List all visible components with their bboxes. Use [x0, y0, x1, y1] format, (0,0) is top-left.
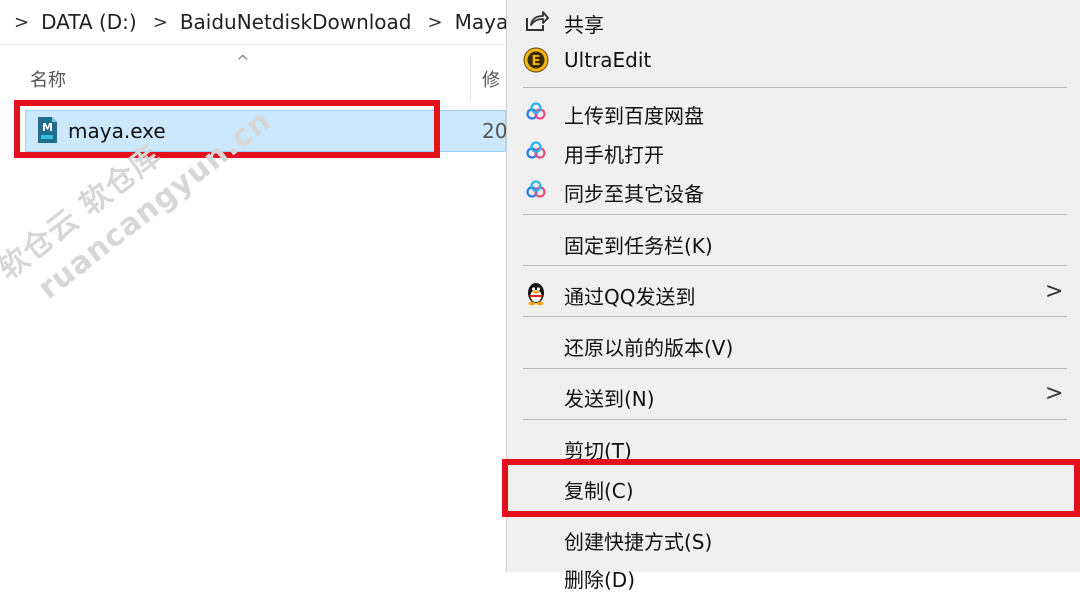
menu-item-restore-versions[interactable]: 还原以前的版本(V) — [507, 324, 1080, 364]
column-divider[interactable] — [470, 56, 471, 100]
column-header-name[interactable]: 名称 — [30, 66, 66, 92]
menu-item-label: 上传到百度网盘 — [564, 104, 704, 128]
menu-item-label: 还原以前的版本(V) — [564, 336, 734, 360]
sort-ascending-icon: ^ — [236, 52, 250, 71]
svg-text:E: E — [532, 54, 541, 69]
menu-item-label: 共享 — [564, 13, 604, 37]
menu-item-pin-taskbar[interactable]: 固定到任务栏(K) — [507, 222, 1080, 262]
menu-item-label: 同步至其它设备 — [564, 182, 704, 206]
menu-separator — [523, 419, 1067, 420]
share-icon — [526, 11, 549, 31]
menu-item-label: 通过QQ发送到 — [564, 285, 696, 309]
menu-item-share[interactable]: 共享 — [507, 1, 1080, 41]
baidu-netdisk-icon — [526, 141, 546, 159]
menu-item-label: 创建快捷方式(S) — [564, 530, 713, 554]
menu-separator — [523, 316, 1067, 317]
menu-separator — [523, 87, 1067, 88]
menu-separator — [523, 368, 1067, 369]
qq-penguin-icon — [528, 283, 544, 306]
breadcrumb-item-maya[interactable]: Maya — [455, 10, 506, 34]
file-explorer: > DATA (D:) > BaiduNetdiskDownload > May… — [0, 0, 508, 572]
baidu-netdisk-icon — [526, 180, 546, 198]
chevron-right-icon[interactable]: > — [153, 12, 168, 33]
menu-separator — [523, 265, 1067, 266]
menu-item-label: 固定到任务栏(K) — [564, 234, 713, 258]
menu-item-upload-baidu[interactable]: 上传到百度网盘 — [507, 92, 1080, 132]
menu-item-delete[interactable]: 删除(D) — [507, 556, 1080, 596]
breadcrumb-item-drive[interactable]: DATA (D:) — [41, 10, 139, 34]
file-modified-date: 20 — [482, 119, 508, 143]
column-header-modified[interactable]: 修 — [482, 66, 500, 92]
menu-item-label: 发送到(N) — [564, 387, 655, 411]
column-header-row: ^ 名称 修 — [0, 52, 506, 100]
menu-item-create-shortcut[interactable]: 创建快捷方式(S) — [507, 518, 1080, 558]
chevron-right-icon: > — [1045, 381, 1064, 406]
chevron-right-icon[interactable]: > — [14, 12, 29, 33]
ultraedit-icon: E — [523, 47, 549, 73]
menu-item-send-to[interactable]: 发送到(N) > — [507, 375, 1080, 415]
menu-item-sync-devices[interactable]: 同步至其它设备 — [507, 170, 1080, 210]
chevron-right-icon: > — [1045, 279, 1064, 304]
menu-item-label: 删除(D) — [564, 568, 636, 592]
highlight-box-file — [14, 100, 440, 158]
menu-item-open-on-phone[interactable]: 用手机打开 — [507, 131, 1080, 171]
baidu-netdisk-icon — [526, 102, 546, 120]
breadcrumb[interactable]: > DATA (D:) > BaiduNetdiskDownload > May… — [0, 0, 506, 45]
menu-separator — [523, 214, 1067, 215]
menu-item-label: UltraEdit — [564, 48, 652, 72]
menu-item-ultraedit[interactable]: E UltraEdit — [507, 40, 1080, 80]
highlight-box-copy — [502, 459, 1080, 517]
menu-item-send-via-qq[interactable]: 通过QQ发送到 > — [507, 273, 1080, 313]
menu-item-label: 用手机打开 — [564, 143, 664, 167]
breadcrumb-item-baidunetdisk[interactable]: BaiduNetdiskDownload — [180, 10, 414, 34]
chevron-right-icon[interactable]: > — [428, 12, 443, 33]
